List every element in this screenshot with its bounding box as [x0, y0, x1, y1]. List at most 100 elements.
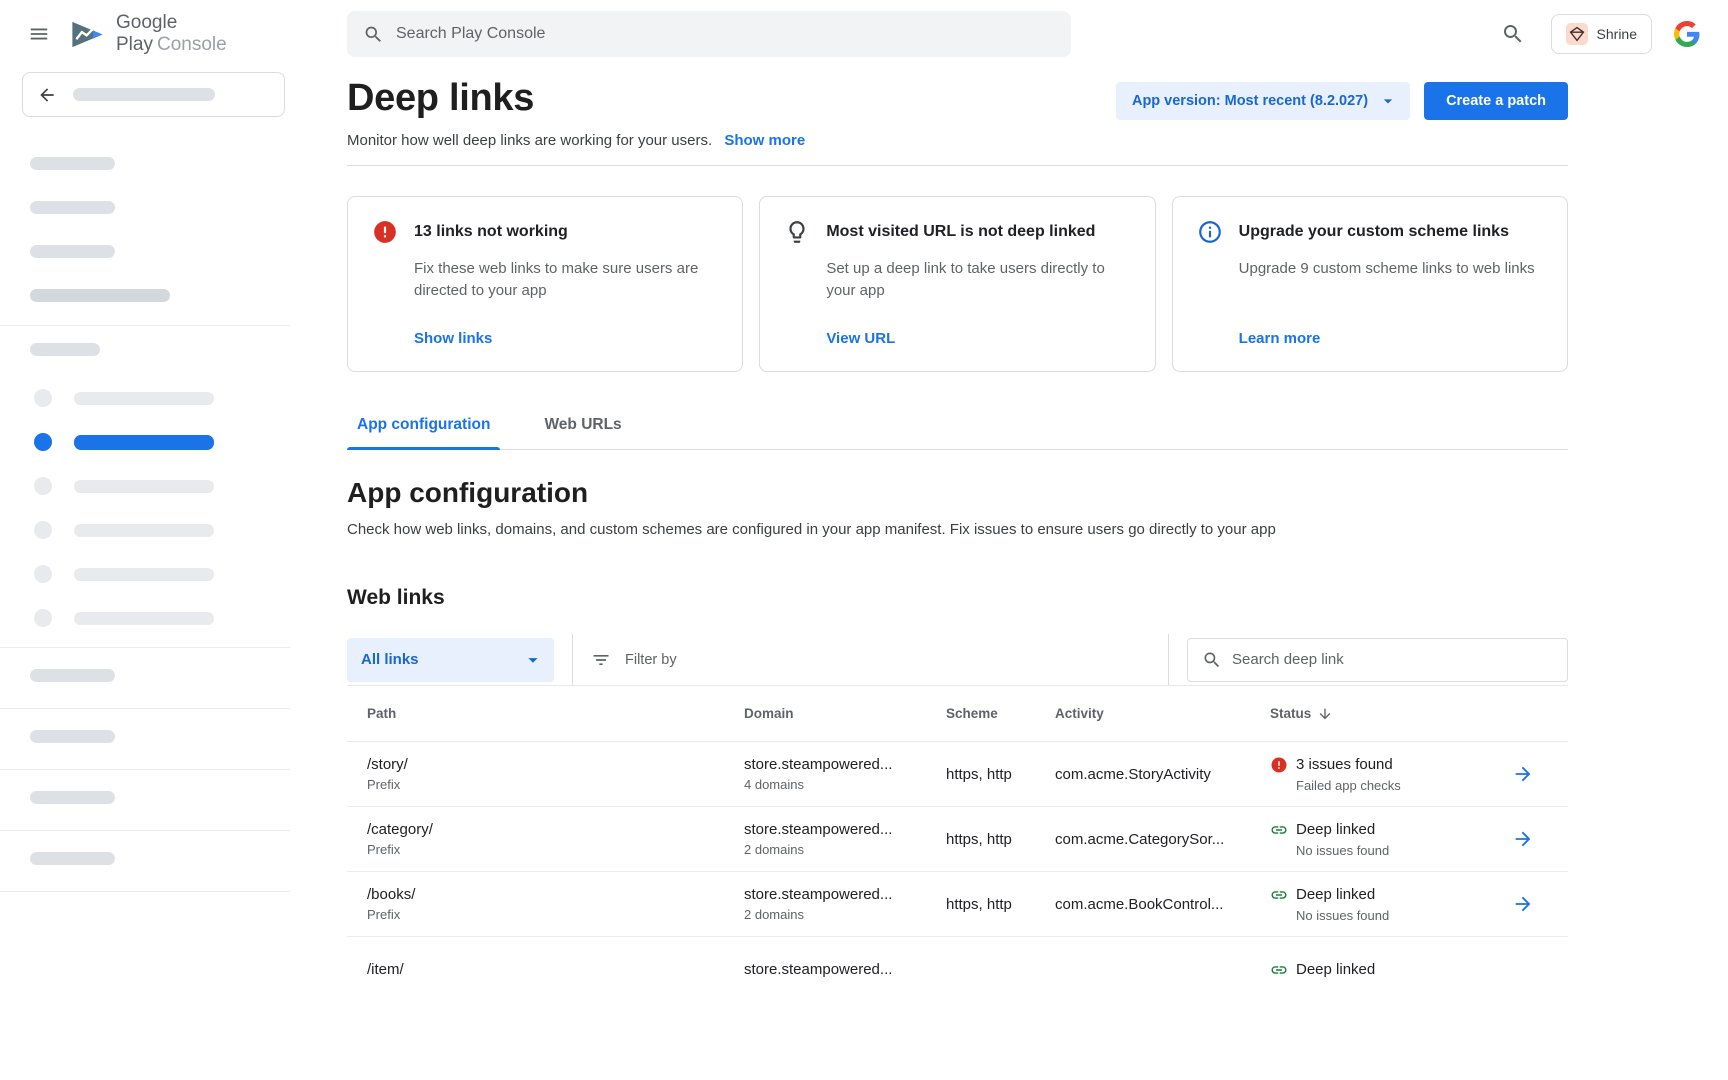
row-status: Deep linked: [1296, 821, 1375, 838]
row-path: /item/: [367, 961, 724, 978]
row-path-type: Prefix: [367, 842, 724, 857]
row-open-button[interactable]: [1492, 893, 1568, 915]
column-header-domain[interactable]: Domain: [724, 706, 926, 721]
skeleton-bar: [74, 568, 214, 581]
table-row[interactable]: /books/ Prefix store.steampowered... 2 d…: [347, 872, 1568, 937]
page-title-block: Deep links Monitor how well deep links a…: [347, 74, 805, 149]
toolbar-divider: [1168, 634, 1169, 685]
create-patch-button[interactable]: Create a patch: [1424, 82, 1568, 120]
row-path-type: Prefix: [367, 777, 724, 792]
row-domain: store.steampowered...: [744, 961, 926, 978]
table-row[interactable]: /category/ Prefix store.steampowered... …: [347, 807, 1568, 872]
sidebar-back-selector[interactable]: [22, 72, 285, 117]
logo-text: Google PlayConsole: [116, 12, 290, 56]
card-header: 13 links not working: [372, 219, 718, 245]
link-icon: [1270, 961, 1288, 979]
error-icon: [1270, 756, 1288, 774]
google-account-logo[interactable]: [1674, 21, 1700, 47]
sidebar-skeleton-row: [0, 831, 290, 891]
card-body: Set up a deep link to take users directl…: [826, 258, 1130, 302]
row-status: Deep linked: [1296, 961, 1375, 978]
column-header-scheme[interactable]: Scheme: [926, 706, 1035, 721]
skeleton-bar: [30, 791, 115, 804]
sidebar-nav-item[interactable]: [0, 477, 290, 495]
info-icon: [1197, 219, 1223, 245]
sidebar-nav-item[interactable]: [0, 609, 290, 627]
row-status: 3 issues found: [1296, 756, 1393, 773]
web-links-title: Web links: [347, 586, 1568, 610]
skeleton-bar: [30, 343, 100, 356]
insight-cards: 13 links not working Fix these web links…: [347, 196, 1568, 372]
deep-link-search-box[interactable]: [1187, 638, 1568, 682]
row-open-button[interactable]: [1492, 763, 1568, 785]
table-row[interactable]: /item/ store.steampowered... Deep linked: [347, 937, 1568, 1002]
link-icon: [1270, 821, 1288, 839]
column-header-activity[interactable]: Activity: [1035, 706, 1250, 721]
row-status-detail: No issues found: [1296, 908, 1492, 923]
row-activity: com.acme.BookControl...: [1035, 896, 1250, 913]
link-icon: [1270, 886, 1288, 904]
nav-item-icon: [34, 389, 52, 407]
page-header: Deep links Monitor how well deep links a…: [347, 74, 1568, 149]
skeleton-bar: [74, 480, 214, 493]
sidebar-nav-item[interactable]: [0, 389, 290, 407]
top-bar: Shrine: [290, 0, 1728, 68]
card-body: Upgrade 9 custom scheme links to web lin…: [1239, 258, 1543, 280]
status-column-label: Status: [1270, 706, 1311, 721]
filter-by-button[interactable]: Filter by: [591, 650, 1150, 670]
sidebar-nav: [0, 389, 290, 627]
column-header-path[interactable]: Path: [347, 706, 724, 721]
nav-item-icon: [34, 521, 52, 539]
sidebar-skeleton-row: [0, 648, 290, 708]
console-search-bar[interactable]: [347, 11, 1071, 57]
skeleton-bar: [30, 201, 115, 214]
show-links-link[interactable]: Show links: [414, 330, 718, 347]
play-console-logo[interactable]: Google PlayConsole: [70, 12, 290, 56]
sidebar-skeleton-row: [0, 709, 290, 769]
card-links-not-working: 13 links not working Fix these web links…: [347, 196, 743, 372]
sidebar-nav-item[interactable]: [0, 521, 290, 539]
card-body: Fix these web links to make sure users a…: [414, 258, 718, 302]
sidebar-header: Google PlayConsole: [0, 0, 290, 68]
shrine-app-icon: [1566, 23, 1588, 45]
row-domain-count: 2 domains: [744, 907, 926, 922]
section-description: Check how web links, domains, and custom…: [347, 521, 1568, 538]
column-header-status[interactable]: Status: [1270, 706, 1492, 722]
row-scheme: https, http: [926, 831, 1035, 848]
row-open-button[interactable]: [1492, 828, 1568, 850]
lightbulb-icon: [784, 219, 810, 245]
skeleton-bar: [30, 852, 115, 865]
deep-link-search-input[interactable]: [1232, 651, 1553, 668]
back-arrow-icon[interactable]: [37, 85, 57, 105]
skeleton-bar: [30, 730, 115, 743]
row-activity: com.acme.StoryActivity: [1035, 766, 1250, 783]
row-path: /category/: [367, 821, 724, 838]
card-upgrade-scheme-links: Upgrade your custom scheme links Upgrade…: [1172, 196, 1568, 372]
card-title: 13 links not working: [414, 223, 568, 241]
nav-item-icon: [34, 477, 52, 495]
tab-app-configuration[interactable]: App configuration: [347, 416, 500, 449]
view-url-link[interactable]: View URL: [826, 330, 1130, 347]
menu-icon[interactable]: [28, 23, 50, 45]
card-title: Upgrade your custom scheme links: [1239, 223, 1509, 241]
app-version-dropdown[interactable]: App version: Most recent (8.2.027): [1116, 82, 1410, 120]
table-header: Path Domain Scheme Activity Status: [347, 686, 1568, 742]
links-filter-dropdown[interactable]: All links: [347, 638, 554, 682]
console-search-input[interactable]: [396, 25, 1055, 43]
global-search-icon[interactable]: [1501, 22, 1525, 46]
row-status-detail: No issues found: [1296, 843, 1492, 858]
sidebar-nav-item[interactable]: [0, 565, 290, 583]
show-more-link[interactable]: Show more: [724, 132, 805, 149]
row-scheme: https, http: [926, 896, 1035, 913]
sidebar-nav-item-active[interactable]: [0, 433, 290, 451]
row-activity: com.acme.CategorySor...: [1035, 831, 1250, 848]
learn-more-link[interactable]: Learn more: [1239, 330, 1543, 347]
table-row[interactable]: /story/ Prefix store.steampowered... 4 d…: [347, 742, 1568, 807]
row-scheme: https, http: [926, 766, 1035, 783]
card-most-visited-url: Most visited URL is not deep linked Set …: [759, 196, 1155, 372]
app-version-label: App version: Most recent (8.2.027): [1132, 93, 1368, 109]
main-area: Shrine Deep links Monitor how well deep …: [290, 0, 1728, 1080]
app-switcher[interactable]: Shrine: [1551, 14, 1652, 54]
tab-web-urls[interactable]: Web URLs: [534, 416, 631, 449]
nav-item-icon: [34, 565, 52, 583]
